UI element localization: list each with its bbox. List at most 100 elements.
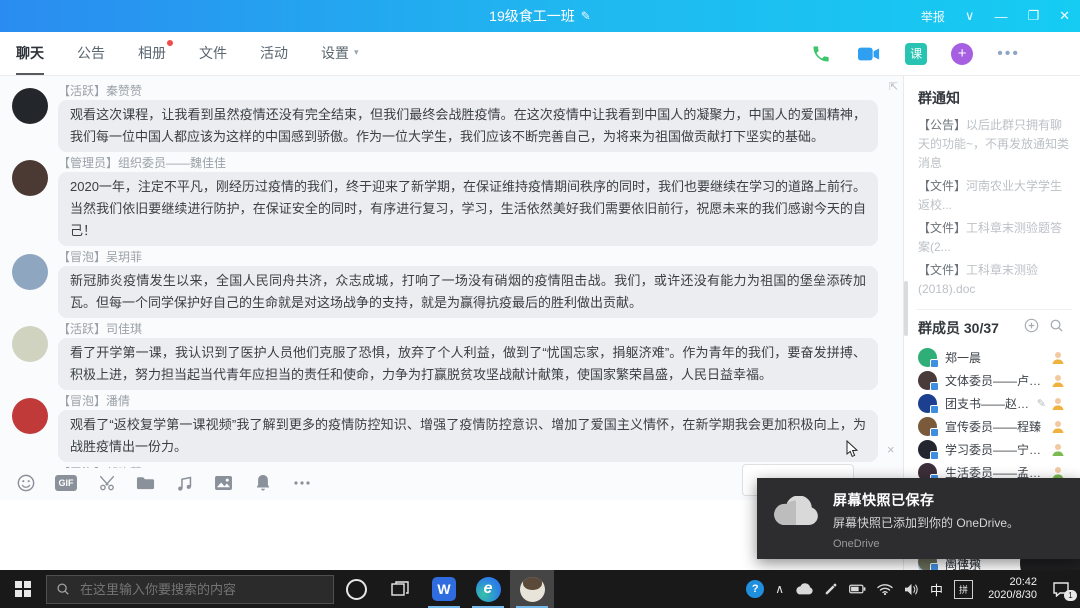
edit-title-icon[interactable]: ✎ <box>581 9 591 23</box>
ime-language-indicator[interactable]: 中 <box>930 580 943 599</box>
wps-icon: W <box>432 577 456 601</box>
notification-count: 1 <box>1064 590 1077 601</box>
tab-label: 设置 <box>321 43 349 63</box>
message-sender: 【冒泡】吴玥菲 <box>58 250 878 264</box>
tab-label: 文件 <box>199 43 227 63</box>
search-member-icon[interactable] <box>1049 318 1064 338</box>
invite-member-icon[interactable] <box>1024 318 1039 338</box>
minimize-button[interactable]: — <box>994 9 1007 24</box>
message-bubble[interactable]: 2020一年，注定不平凡，刚经历过疫情的我们，终于迎来了新学期，在保证维持疫情期… <box>58 172 878 246</box>
toast-body: 屏幕快照已添加到你的 OneDrive。 <box>833 514 1019 531</box>
shake-icon[interactable] <box>253 474 272 493</box>
gif-icon[interactable]: GIF <box>55 475 77 491</box>
tab[interactable]: 设置 ▾ <box>321 32 359 75</box>
notice-label: 【公告】 <box>918 118 966 132</box>
notice-item[interactable]: 【文件】工科章末测验题答案(2... <box>918 219 1072 257</box>
tab[interactable]: 活动 ▾ <box>260 32 288 75</box>
battery-icon[interactable] <box>849 584 866 594</box>
message-list: 【活跃】秦赞赞 观看这次课程，让我看到虽然疫情还没有完全结束，但我们最终会战胜疫… <box>0 76 897 468</box>
search-input[interactable] <box>78 581 312 598</box>
avatar[interactable] <box>12 254 48 290</box>
member-row[interactable]: 文体委员——卢明月 ✎ <box>918 369 1072 392</box>
chevron-down-icon[interactable]: ∨ <box>965 8 975 24</box>
avatar[interactable] <box>12 88 48 124</box>
group-notice-title: 群通知 <box>918 88 1072 108</box>
notice-item[interactable]: 【文件】工科章末测验(2018).doc <box>918 261 1072 299</box>
sidebar-close-icon[interactable]: × <box>887 442 895 457</box>
voice-call-icon[interactable] <box>809 42 833 66</box>
ime-pinyin-icon[interactable]: 拼 <box>954 580 973 599</box>
tab[interactable]: 公告 ▾ <box>77 32 105 75</box>
avatar[interactable] <box>12 160 48 196</box>
avatar <box>918 440 937 459</box>
time: 20:42 <box>1009 576 1037 588</box>
message-bubble[interactable]: 观看了“返校复学第一课视频”我了解到更多的疫情防控知识、增强了疫情防控意识、增加… <box>58 410 878 462</box>
app-window: 19级食工一班 ✎ 举报 ∨ — ❐ ✕ 聊天 ▾ 公告 <box>0 0 1080 608</box>
windows-logo-icon <box>15 581 31 597</box>
pen-device-icon[interactable] <box>824 582 838 596</box>
taskbar-app-edge[interactable]: e <box>466 570 510 608</box>
taskbar-app-qq[interactable] <box>510 570 554 608</box>
tab[interactable]: 聊天 ▾ <box>16 32 44 75</box>
wifi-icon[interactable] <box>877 583 893 595</box>
more-icon[interactable]: ••• <box>997 45 1020 63</box>
sidebar-expand-icon[interactable]: ⇱ <box>889 80 898 93</box>
add-icon[interactable]: + <box>951 43 973 65</box>
notice-item[interactable]: 【文件】河南农业大学学生返校... <box>918 177 1072 215</box>
more-icon[interactable] <box>292 474 311 493</box>
tab-label: 相册 <box>138 43 166 63</box>
member-row[interactable]: 团支书——赵萌萌 ✎ <box>918 392 1072 415</box>
message-sender: 【冒泡】潘倩 <box>58 394 878 408</box>
image-icon[interactable] <box>214 474 233 493</box>
member-row[interactable]: 学习委员——宁乐乐 ✎ <box>918 438 1072 461</box>
tray-expand-icon[interactable]: ∧ <box>775 582 784 596</box>
task-view-icon <box>391 581 409 597</box>
class-icon[interactable]: 课 <box>905 43 927 65</box>
tab[interactable]: 相册 ▾ <box>138 32 166 75</box>
volume-icon[interactable] <box>904 583 919 596</box>
video-call-icon[interactable] <box>857 42 881 66</box>
screenshot-icon[interactable] <box>97 474 116 493</box>
cortana-button[interactable] <box>334 570 378 608</box>
notice-label: 【文件】 <box>918 263 966 277</box>
taskbar-app-wps[interactable]: W <box>422 570 466 608</box>
cloud-icon <box>773 496 819 526</box>
onedrive-tray-icon[interactable] <box>795 583 813 595</box>
taskbar-clock[interactable]: 20:42 2020/8/30 <box>984 576 1041 602</box>
close-button[interactable]: ✕ <box>1059 8 1070 24</box>
member-row[interactable]: 宣传委员——程臻 ✎ <box>918 415 1072 438</box>
sidebar-scrollbar[interactable] <box>904 281 908 336</box>
maximize-button[interactable]: ❐ <box>1027 8 1039 24</box>
report-button[interactable]: 举报 <box>921 8 945 25</box>
onedrive-toast[interactable]: 屏幕快照已保存 屏幕快照已添加到你的 OneDrive。 OneDrive <box>757 478 1080 559</box>
action-center-button[interactable]: 1 <box>1052 581 1072 597</box>
member-level-icon <box>1050 396 1066 412</box>
task-view-button[interactable] <box>378 570 422 608</box>
avatar[interactable] <box>12 326 48 362</box>
tab[interactable]: 文件 ▾ <box>199 32 227 75</box>
edit-pencil-icon[interactable]: ✎ <box>1037 397 1046 410</box>
emoji-icon[interactable] <box>16 474 35 493</box>
member-row[interactable]: 郑一晨 ✎ <box>918 346 1072 369</box>
toast-title: 屏幕快照已保存 <box>833 490 1019 510</box>
help-icon[interactable]: ? <box>746 580 764 598</box>
member-name: 学习委员——宁乐乐 <box>945 441 1050 458</box>
message-bubble[interactable]: 新冠肺炎疫情发生以来，全国人民同舟共济，众志成城，打响了一场没有硝烟的疫情阻击战… <box>58 266 878 318</box>
avatar <box>918 348 937 367</box>
member-name: 团支书——赵萌萌 <box>945 395 1033 412</box>
chat-message: 【冒泡】潘倩 观看了“返校复学第一课视频”我了解到更多的疫情防控知识、增强了疫情… <box>12 394 897 462</box>
music-icon[interactable] <box>175 474 194 493</box>
avatar <box>918 417 937 436</box>
member-name: 宣传委员——程臻 <box>945 418 1050 435</box>
message-bubble[interactable]: 看了开学第一课，我认识到了医护人员他们克服了恐惧，放弃了个人利益，做到了“忧国忘… <box>58 338 878 390</box>
notice-item[interactable]: 【公告】以后此群只拥有聊天的功能~，不再发放通知类消息 <box>918 116 1072 173</box>
message-bubble[interactable]: 观看这次课程，让我看到虽然疫情还没有完全结束，但我们最终会战胜疫情。在这次疫情中… <box>58 100 878 152</box>
message-sender: 【活跃】司佳琪 <box>58 322 878 336</box>
member-name: 郑一晨 <box>945 349 1050 366</box>
notice-label: 【文件】 <box>918 179 966 193</box>
mouse-cursor <box>846 440 860 458</box>
start-button[interactable] <box>0 570 46 608</box>
taskbar-search[interactable] <box>46 575 334 604</box>
file-icon[interactable] <box>136 474 155 493</box>
avatar[interactable] <box>12 398 48 434</box>
